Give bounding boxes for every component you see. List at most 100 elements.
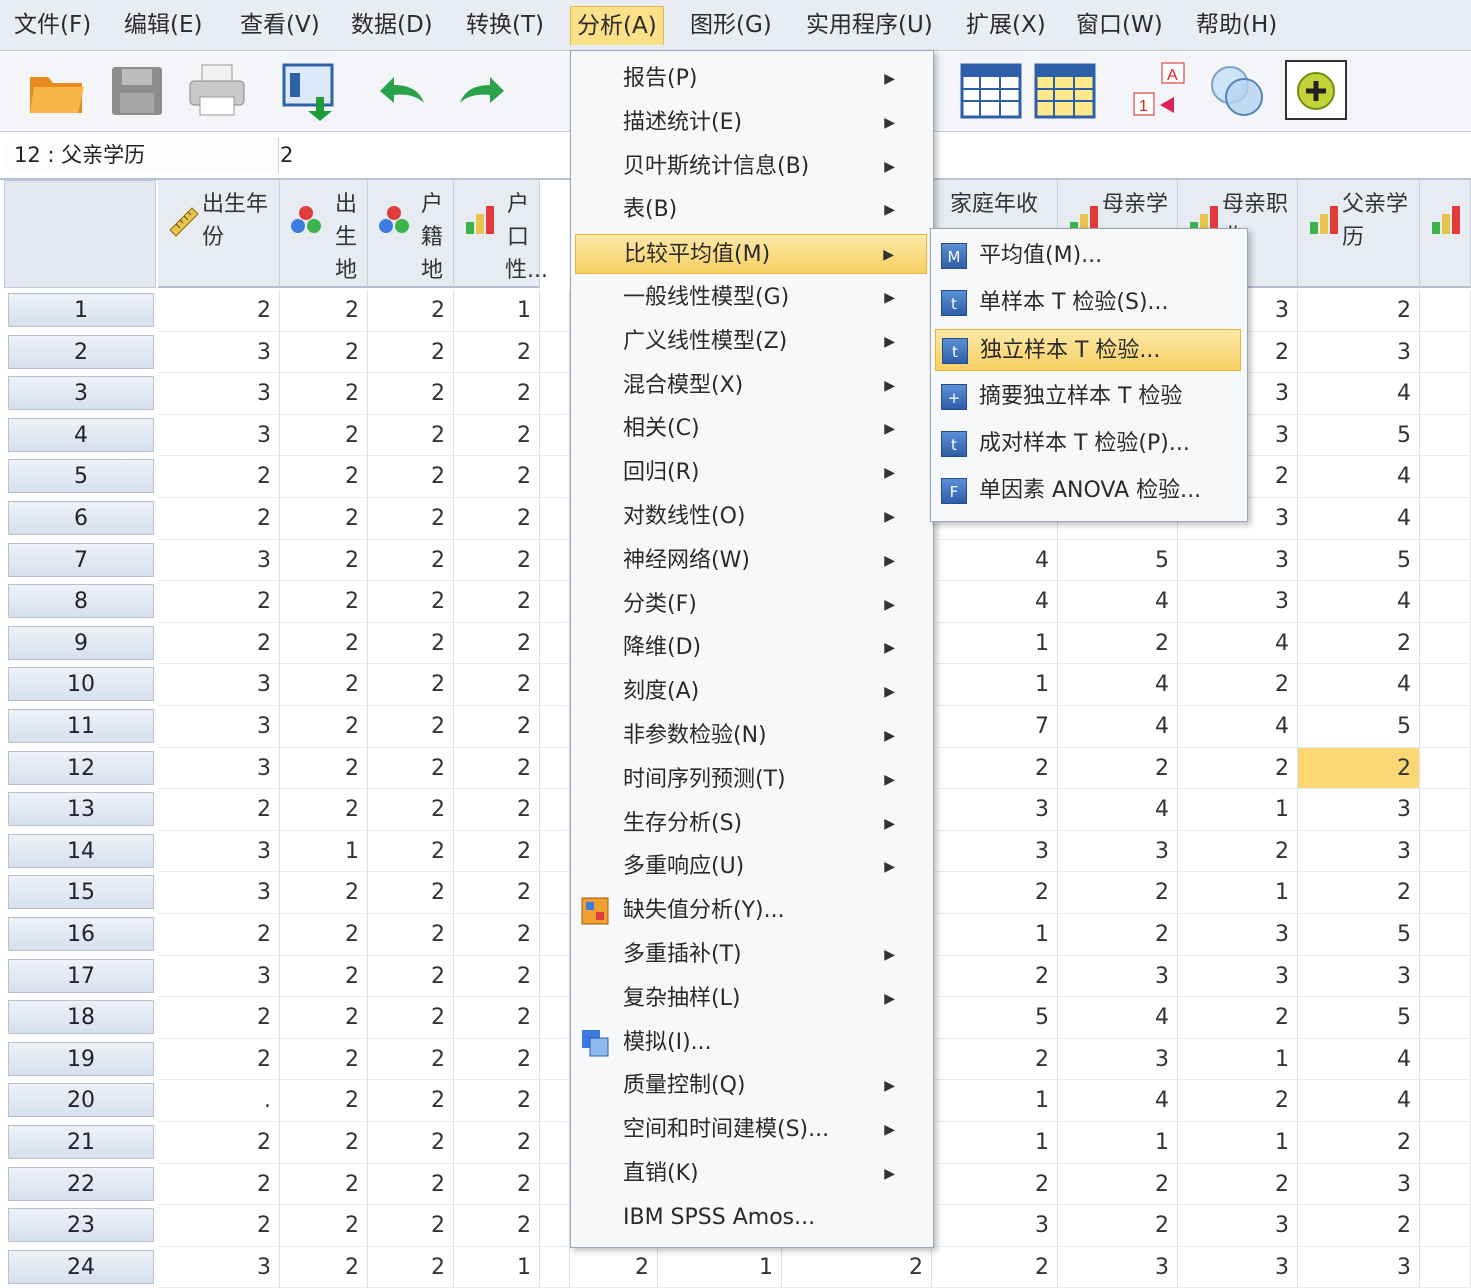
data-cell[interactable]: 2 [368,706,454,748]
analyze-menu-item[interactable]: 缺失值分析(Y)... [575,891,927,931]
dialog-recall-icon[interactable] [278,57,344,123]
data-cell[interactable]: 2 [158,622,280,665]
data-cell[interactable]: 1 [1178,872,1298,914]
data-cell[interactable]: 2 [1058,1205,1178,1247]
data-cell[interactable]: 2 [368,414,454,457]
data-cell[interactable] [540,914,570,956]
data-cell[interactable]: 2 [454,830,540,873]
data-cell[interactable]: 1 [932,622,1058,665]
analyze-menu-item[interactable]: 刻度(A) ▶ [575,672,927,712]
row-number[interactable]: 19 [8,1041,154,1076]
data-cell[interactable]: 2 [1178,830,1298,873]
data-cell[interactable]: 3 [158,747,280,790]
menu-utilities[interactable]: 实用程序(U) [800,6,939,44]
data-cell[interactable]: 3 [158,539,280,582]
data-cell[interactable] [1420,706,1471,748]
data-cell[interactable] [1420,1246,1471,1288]
data-cell[interactable]: 3 [1178,1246,1298,1288]
data-cell[interactable] [1420,1038,1471,1081]
data-cell[interactable]: 3 [1178,955,1298,998]
analyze-menu-item[interactable]: 时间序列预测(T) ▶ [575,760,927,800]
print-icon[interactable] [184,57,250,123]
data-cell[interactable] [1420,1205,1471,1247]
data-cell[interactable]: 2 [280,498,368,540]
data-cell[interactable]: 3 [158,706,280,748]
data-cell[interactable]: 2 [368,290,454,332]
column-header-next[interactable] [1420,180,1471,288]
data-cell[interactable] [1420,1122,1471,1164]
row-number[interactable]: 5 [8,459,154,494]
data-cell[interactable]: 2 [280,290,368,332]
data-cell[interactable]: 5 [1298,706,1420,748]
data-cell[interactable]: 3 [1178,539,1298,582]
analyze-menu-item[interactable]: 表(B) ▶ [575,190,927,230]
data-cell[interactable]: 2 [932,1038,1058,1081]
data-cell[interactable]: 3 [1298,1246,1420,1288]
data-cell[interactable]: 4 [1058,1080,1178,1122]
data-cell[interactable]: 2 [932,1246,1058,1288]
data-cell[interactable] [540,872,570,914]
data-cell[interactable]: 1 [932,664,1058,706]
data-cell[interactable]: 2 [368,498,454,540]
analyze-menu-item[interactable]: 降维(D) ▶ [575,628,927,668]
data-cell[interactable] [540,997,570,1039]
row-number[interactable]: 18 [8,1000,154,1035]
data-cell[interactable]: 2 [280,414,368,457]
data-cell[interactable] [1420,581,1471,623]
row-number[interactable]: 15 [8,875,154,910]
data-cell[interactable]: 3 [1298,789,1420,831]
save-icon[interactable] [104,57,170,123]
data-cell[interactable]: 3 [1058,1038,1178,1081]
data-cell[interactable]: 2 [158,581,280,623]
menu-file[interactable]: 文件(F) [8,6,97,44]
data-cell[interactable]: 2 [280,997,368,1039]
data-cell[interactable]: 2 [454,1038,540,1081]
data-cell[interactable] [1420,872,1471,914]
data-cell[interactable]: 4 [1298,664,1420,706]
data-cell[interactable]: 2 [280,456,368,498]
row-number[interactable]: 21 [8,1125,154,1159]
data-cell[interactable]: 2 [280,789,368,831]
analyze-menu-item[interactable]: 生存分析(S) ▶ [575,804,927,844]
redo-icon[interactable] [448,57,514,123]
data-cell[interactable] [540,498,570,540]
data-cell[interactable] [540,373,570,415]
data-cell[interactable]: 2 [368,955,454,998]
compare-means-item[interactable]: M 平均值(M)... [935,235,1241,277]
data-cell[interactable] [1420,456,1471,498]
data-cell[interactable]: 2 [158,1122,280,1164]
data-cell[interactable]: 4 [1298,1038,1420,1081]
analyze-menu-item[interactable]: 分类(F) ▶ [575,585,927,625]
data-cell[interactable]: 2 [454,914,540,956]
data-cell[interactable]: 2 [1298,622,1420,665]
row-number[interactable]: 11 [8,709,154,743]
row-number[interactable]: 24 [8,1249,154,1284]
data-cell[interactable] [1420,414,1471,457]
data-cell[interactable]: 2 [280,1246,368,1288]
row-number[interactable]: 20 [8,1083,154,1118]
analyze-menu-item[interactable]: 相关(C) ▶ [575,409,927,449]
data-cell[interactable]: 1 [1178,1122,1298,1164]
data-cell[interactable]: 2 [454,706,540,748]
data-cell[interactable] [540,414,570,457]
data-cell[interactable]: 2 [454,1205,540,1247]
data-cell[interactable]: 1 [454,1246,540,1288]
data-cell[interactable]: 3 [1298,1163,1420,1206]
data-cell[interactable]: 2 [280,872,368,914]
analyze-menu-item[interactable]: 空间和时间建模(S)... ▶ [575,1110,927,1150]
data-cell[interactable]: 2 [932,872,1058,914]
data-cell[interactable]: 2 [454,789,540,831]
analyze-menu-item[interactable]: 非参数检验(N) ▶ [575,716,927,756]
data-cell[interactable]: 2 [280,664,368,706]
analyze-menu-item[interactable]: 广义线性模型(Z) ▶ [575,322,927,362]
data-cell[interactable]: 1 [932,1080,1058,1122]
split-file-icon[interactable] [958,57,1024,123]
data-cell[interactable]: 3 [158,830,280,873]
row-number[interactable]: 16 [8,917,154,951]
row-number[interactable]: 3 [8,376,154,411]
data-cell[interactable]: 4 [1298,581,1420,623]
data-cell[interactable] [1420,331,1471,374]
data-cell[interactable] [540,1080,570,1122]
analyze-menu-item[interactable]: 报告(P) ▶ [575,59,927,99]
data-cell[interactable]: 3 [158,373,280,415]
